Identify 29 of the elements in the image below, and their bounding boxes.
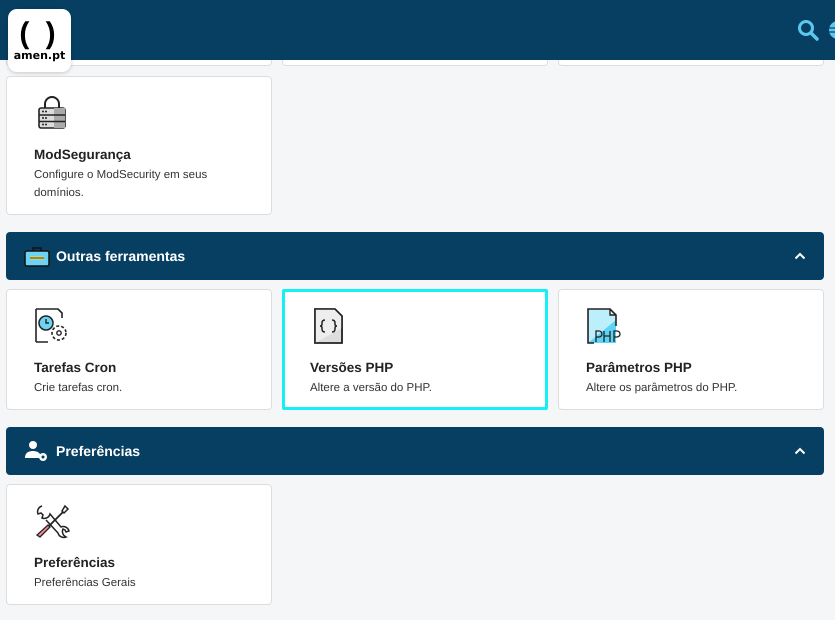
globe-icon[interactable] [827, 19, 835, 41]
logo[interactable]: ( ) amen.pt [8, 9, 71, 72]
card-title: Tarefas Cron [34, 360, 118, 375]
tool-card[interactable]: ModSegurança Configure o ModSecurity em seus domínios. [6, 76, 272, 215]
card-description: Altere a versão do PHP. [310, 381, 433, 396]
card-description: Crie tarefas cron. [34, 381, 124, 396]
card-title: ModSegurança [34, 147, 132, 162]
tool-card[interactable]: Versões PHP Altere a versão do PHP. [282, 289, 548, 410]
card-title: Versões PHP [310, 360, 394, 375]
tool-card[interactable]: Preferências Preferências Gerais [6, 484, 272, 605]
user-gear-icon [24, 440, 50, 462]
card-description: Preferências Gerais [34, 576, 137, 591]
section-header[interactable]: Preferências [6, 427, 824, 475]
chevron-icon[interactable] [794, 447, 806, 455]
tool-card[interactable]: Tarefas Cron Crie tarefas cron. [6, 289, 272, 410]
section-title: Outras ferramentas [56, 248, 186, 264]
card-title: Preferências [34, 555, 116, 570]
section-title: Preferências [56, 443, 142, 459]
chevron-icon[interactable] [794, 252, 806, 260]
wrench-screwdriver-icon [34, 503, 70, 539]
clock-gear-icon [34, 308, 70, 344]
section-header[interactable]: Outras ferramentas [6, 232, 824, 280]
php-file-icon [586, 308, 622, 344]
card-description: Altere os parâmetros do PHP. [586, 381, 738, 396]
card-title: Parâmetros PHP [586, 360, 693, 375]
tool-card[interactable]: Parâmetros PHP Altere os parâmetros do PHP. [558, 289, 824, 410]
search-icon[interactable] [797, 19, 819, 41]
card-description: Configure o ModSecurity em seus domínios. [34, 168, 208, 201]
toolbox-icon [24, 245, 50, 267]
